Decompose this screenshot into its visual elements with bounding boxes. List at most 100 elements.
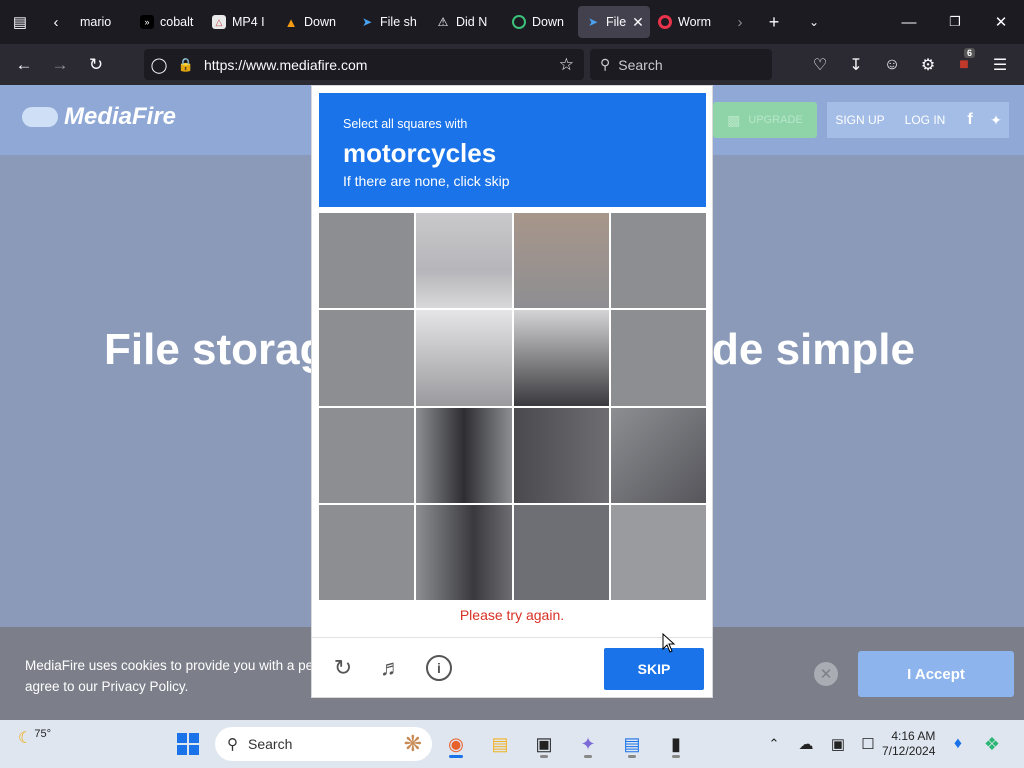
url-bar[interactable]: ◯ 🔒 https://www.mediafire.com ☆ <box>144 49 584 80</box>
ublock-icon[interactable]: ■ 6 <box>946 47 982 74</box>
captcha-tile-1-1[interactable] <box>319 213 415 309</box>
display-icon[interactable]: ▣ <box>822 728 854 760</box>
captcha-tile-1-3[interactable] <box>513 213 609 309</box>
skip-button[interactable]: SKIP <box>604 648 704 690</box>
captcha-challenge: Select all squares with motorcycles If t… <box>311 85 713 698</box>
cobalt-favicon-icon: » <box>140 15 154 29</box>
captcha-image-grid <box>319 213 706 600</box>
captcha-error-message: Please try again. <box>459 607 565 623</box>
tab-file-share[interactable]: ➤ File sh <box>352 6 428 38</box>
account-icon[interactable]: ☺ <box>874 56 910 74</box>
captcha-target: motorcycles <box>343 138 497 168</box>
notepad-icon[interactable]: ▤ <box>616 728 648 760</box>
cookie-text: MediaFire uses cookies to provide you wi… <box>25 658 314 694</box>
tab-worm[interactable]: Worm <box>650 6 726 38</box>
mp4-favicon-icon: △ <box>212 15 226 29</box>
notification-bell-icon[interactable]: ♦ <box>942 728 974 760</box>
captcha-tile-1-4[interactable] <box>610 213 706 309</box>
captcha-tile-3-2[interactable] <box>416 407 512 503</box>
download-favicon-icon <box>512 15 526 29</box>
bookmark-star-icon[interactable]: ☆ <box>559 55 574 75</box>
captcha-tile-4-1[interactable] <box>319 504 415 600</box>
browser-nav-bar: ← → ↻ ◯ 🔒 https://www.mediafire.com ☆ ⚲ … <box>0 44 1024 85</box>
captcha-tile-2-1[interactable] <box>319 310 415 406</box>
hero-heading-left: File storag <box>104 325 327 374</box>
file-explorer-icon[interactable]: ▤ <box>484 728 516 760</box>
browser-tab-bar: ▤ ‹ mario » cobalt △ MP4 I ▲ Down ➤ File… <box>0 0 1024 44</box>
tabs-scroll-left-icon[interactable]: ‹ <box>40 0 72 44</box>
new-tab-icon[interactable]: + <box>754 0 794 44</box>
start-button[interactable] <box>172 728 204 760</box>
captcha-tile-2-3[interactable] <box>513 310 609 406</box>
search-icon: ⚲ <box>227 736 238 753</box>
captcha-tile-4-2[interactable] <box>416 504 512 600</box>
tab-file-active[interactable]: ➤ File ✕ <box>578 6 650 38</box>
hero-heading-right: de simple <box>712 325 915 374</box>
back-icon[interactable]: ← <box>6 44 42 85</box>
tab-download-vlc[interactable]: ▲ Down <box>276 6 352 38</box>
search-icon: ⚲ <box>600 56 611 72</box>
cookie-close-icon[interactable]: ✕ <box>814 662 838 686</box>
mediafire-logo[interactable]: MediaFire <box>22 103 176 131</box>
lock-icon[interactable]: 🔒 <box>174 57 198 73</box>
taskbar-search[interactable]: ⚲ Search ❋ <box>215 727 432 761</box>
terminal-icon[interactable]: ▮ <box>660 728 692 760</box>
downloads-icon[interactable]: ↧ <box>838 55 874 75</box>
ai-assistant-icon[interactable]: ✦ <box>572 728 604 760</box>
upgrade-box-icon: ▩ <box>727 111 741 128</box>
audio-challenge-icon[interactable]: ♬ <box>378 655 404 681</box>
tabs-scroll-right-icon[interactable]: › <box>726 0 754 44</box>
upgrade-button[interactable]: ▩ UPGRADE <box>713 102 817 138</box>
info-icon[interactable]: i <box>426 655 452 681</box>
twitter-icon[interactable]: ✦ <box>983 102 1009 138</box>
windows-logo-icon <box>177 733 199 755</box>
captcha-tile-3-3[interactable] <box>513 407 609 503</box>
tab-mp4[interactable]: △ MP4 I <box>204 6 276 38</box>
tab-mario[interactable]: mario <box>72 6 132 38</box>
tab-overflow-chevron-icon[interactable]: ⌄ <box>794 0 834 44</box>
captcha-instruction: Select all squares with <box>343 117 468 131</box>
firefox-taskbar-icon[interactable]: ◉ <box>440 728 472 760</box>
captcha-tile-4-3[interactable] <box>513 504 609 600</box>
mediafire-favicon-icon: ➤ <box>587 15 599 29</box>
extensions-icon[interactable]: ⚙ <box>910 55 946 75</box>
menu-icon[interactable]: ☰ <box>982 55 1018 75</box>
tab-download[interactable]: Down <box>504 6 578 38</box>
tab-cobalt[interactable]: » cobalt <box>132 6 204 38</box>
login-button[interactable]: LOG IN <box>893 102 957 138</box>
restore-icon[interactable]: ❐ <box>932 0 978 44</box>
captcha-tile-4-4[interactable] <box>610 504 706 600</box>
facebook-icon[interactable]: f <box>957 102 983 138</box>
clock[interactable]: 4:16 AM 7/12/2024 <box>882 729 935 759</box>
minimize-icon[interactable]: — <box>886 0 932 44</box>
forward-icon[interactable]: → <box>42 44 78 85</box>
network-icon[interactable]: ☐ <box>852 728 884 760</box>
vlc-favicon-icon: ▲ <box>284 14 298 30</box>
captcha-hint: If there are none, click skip <box>343 173 510 189</box>
tab-list-icon[interactable]: ▤ <box>0 0 40 44</box>
captcha-tile-2-4[interactable] <box>610 310 706 406</box>
shield-icon[interactable]: ◯ <box>144 56 174 74</box>
reload-challenge-icon[interactable]: ↻ <box>330 655 356 681</box>
captcha-tile-3-4[interactable] <box>610 407 706 503</box>
signup-button[interactable]: SIGN UP <box>827 102 893 138</box>
tab-did-n[interactable]: ⚠ Did N <box>428 6 504 38</box>
url-text[interactable]: https://www.mediafire.com <box>204 57 367 73</box>
pocket-icon[interactable]: ♡ <box>802 55 838 75</box>
close-window-icon[interactable]: ✕ <box>978 0 1024 44</box>
weather-widget[interactable]: ☾ 75° <box>18 728 51 748</box>
captcha-tile-3-1[interactable] <box>319 407 415 503</box>
close-tab-icon[interactable]: ✕ <box>632 14 644 31</box>
accept-cookies-button[interactable]: I Accept <box>858 651 1014 697</box>
mediafire-flame-icon <box>22 107 58 127</box>
tray-overflow-chevron-icon[interactable]: ⌃ <box>758 728 790 760</box>
onedrive-offline-icon[interactable]: ☁ <box>790 728 822 760</box>
mediafire-favicon-icon: ➤ <box>361 15 373 29</box>
captcha-tile-1-2[interactable] <box>416 213 512 309</box>
captcha-tile-2-2[interactable] <box>416 310 512 406</box>
search-highlight-shell-icon: ❋ <box>403 731 422 756</box>
copilot-pre-icon[interactable]: ❖ <box>976 728 1008 760</box>
search-bar[interactable]: ⚲ Search <box>590 49 772 80</box>
media-app-icon[interactable]: ▣ <box>528 728 560 760</box>
reload-icon[interactable]: ↻ <box>78 44 114 85</box>
